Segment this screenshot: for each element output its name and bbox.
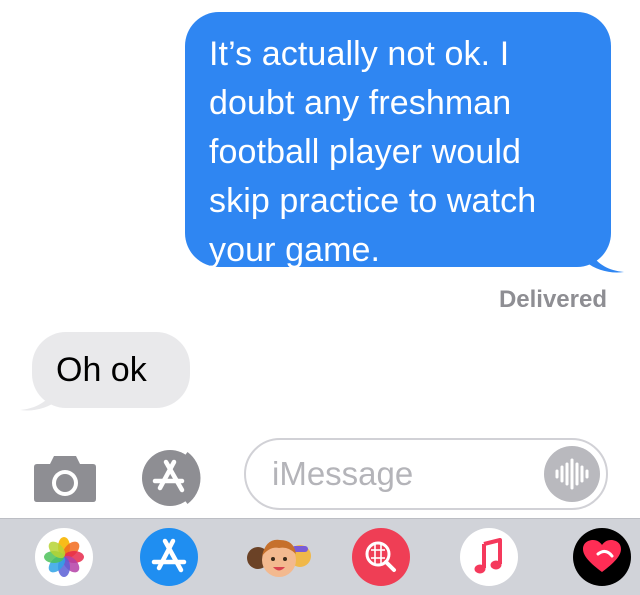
- app-store-icon: [140, 528, 198, 586]
- outgoing-message-text: It’s actually not ok. I doubt any freshm…: [209, 35, 537, 269]
- app-drawer: [0, 518, 640, 595]
- web-image-search-app-button[interactable]: [352, 528, 410, 586]
- audio-waveform-icon: [555, 458, 589, 490]
- memoji-icon: [247, 539, 311, 577]
- app-store-app-button[interactable]: [140, 528, 198, 586]
- audio-message-button[interactable]: [544, 446, 600, 502]
- photos-app-button[interactable]: [35, 528, 93, 586]
- digital-touch-icon: [573, 528, 631, 586]
- photos-icon: [35, 528, 93, 586]
- message-thread: It’s actually not ok. I doubt any freshm…: [0, 0, 640, 430]
- delivery-status: Delivered: [498, 286, 607, 313]
- message-input[interactable]: [272, 455, 532, 493]
- camera-icon: [34, 456, 96, 502]
- memoji-app-button[interactable]: [244, 528, 311, 586]
- message-field[interactable]: [244, 438, 608, 510]
- music-app-button[interactable]: [460, 528, 518, 586]
- music-icon: [460, 528, 518, 586]
- incoming-bubble-tail: [20, 380, 58, 411]
- incoming-message-text: Oh ok: [56, 350, 147, 389]
- web-image-search-icon: [352, 528, 410, 586]
- outgoing-message-bubble[interactable]: It’s actually not ok. I doubt any freshm…: [185, 12, 611, 269]
- compose-bar: [0, 430, 640, 518]
- outgoing-bubble-tail: [586, 240, 624, 273]
- digital-touch-app-button[interactable]: [568, 528, 640, 586]
- app-store-icon: [142, 450, 201, 506]
- app-store-button[interactable]: [124, 448, 216, 508]
- camera-button[interactable]: [32, 452, 98, 504]
